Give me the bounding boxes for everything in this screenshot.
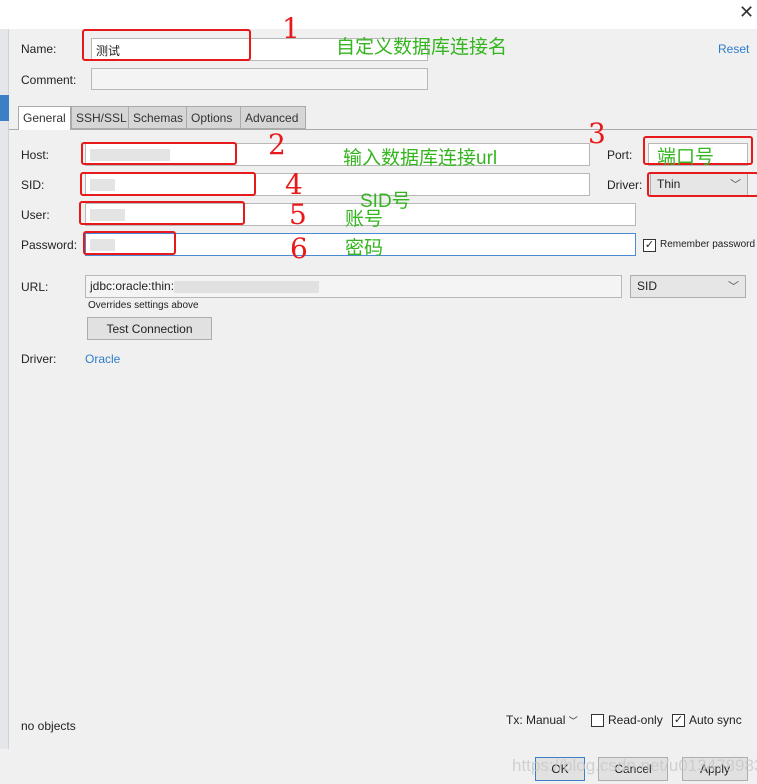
test-connection-button[interactable]: Test Connection <box>87 317 212 340</box>
chevron-down-icon: ﹀ <box>728 281 739 293</box>
annotation-box-host <box>81 142 237 165</box>
tab-schemas[interactable]: Schemas <box>128 106 187 129</box>
sidebar-selected[interactable] <box>0 95 9 121</box>
objects-status: no objects <box>21 719 76 733</box>
annotation-box-sid <box>80 172 256 196</box>
driver-label: Driver: <box>607 178 643 192</box>
annotation-text: 输入数据库连接url <box>343 148 498 169</box>
annotation-number: 1 <box>282 12 300 45</box>
annotation-number: 2 <box>268 128 286 161</box>
url-value: jdbc:oracle:thin: <box>90 279 175 293</box>
annotation-number: 4 <box>285 168 303 201</box>
comment-input[interactable] <box>91 68 428 90</box>
annotation-number: 5 <box>289 198 307 231</box>
tx-mode-label: Tx: Manual <box>506 713 566 727</box>
tab-ssh-ssl[interactable]: SSH/SSL <box>71 106 129 129</box>
host-label: Host: <box>21 148 50 162</box>
annotation-number: 3 <box>588 117 606 150</box>
user-label: User: <box>21 208 50 222</box>
overrides-note: Overrides settings above <box>88 300 199 311</box>
url-mode-value: SID <box>637 279 658 293</box>
watermark: https://blog.csdn.net/u013478983 <box>512 756 757 775</box>
password-label: Password: <box>21 238 78 252</box>
close-icon[interactable]: ✕ <box>739 2 754 23</box>
chevron-down-icon: ﹀ <box>568 716 578 726</box>
annotation-text: 账号 <box>345 209 384 230</box>
annotation-text: 自定义数据库连接名 <box>336 37 508 58</box>
annotation-text: 端口号 <box>657 147 715 168</box>
annotation-box-driver <box>647 172 757 197</box>
sidebar-strip <box>0 29 9 749</box>
read-only-label: Read-only <box>608 713 663 727</box>
remember-password-label: Remember password <box>660 239 756 250</box>
auto-sync-checkbox[interactable]: ✓ <box>672 714 685 727</box>
annotation-box-password <box>83 231 176 255</box>
port-label: Port: <box>607 148 633 162</box>
url-mode-select[interactable]: SID ﹀ <box>630 275 746 298</box>
tab-options[interactable]: Options <box>186 106 241 129</box>
tx-mode-dropdown[interactable]: Tx: Manual ﹀ <box>506 713 578 727</box>
url-input[interactable]: jdbc:oracle:thin: <box>85 275 622 298</box>
tab-advanced[interactable]: Advanced <box>240 106 306 129</box>
driver-info-label: Driver: <box>21 352 57 366</box>
annotation-box-name <box>82 29 251 61</box>
url-label: URL: <box>21 280 49 294</box>
title-bar <box>0 0 757 29</box>
annotation-text: 密码 <box>345 238 384 259</box>
comment-label: Comment: <box>21 73 77 87</box>
annotation-box-user <box>79 201 245 225</box>
tab-general[interactable]: General <box>18 106 71 130</box>
tab-divider <box>9 129 757 130</box>
remember-password-checkbox[interactable]: ✓ <box>643 239 656 252</box>
reset-link[interactable]: Reset <box>718 42 749 56</box>
read-only-checkbox[interactable] <box>591 714 604 727</box>
sid-label: SID: <box>21 178 45 192</box>
auto-sync-label: Auto sync <box>689 713 742 727</box>
name-label: Name: <box>21 42 57 56</box>
annotation-number: 6 <box>290 232 308 265</box>
driver-oracle-link[interactable]: Oracle <box>85 352 120 366</box>
